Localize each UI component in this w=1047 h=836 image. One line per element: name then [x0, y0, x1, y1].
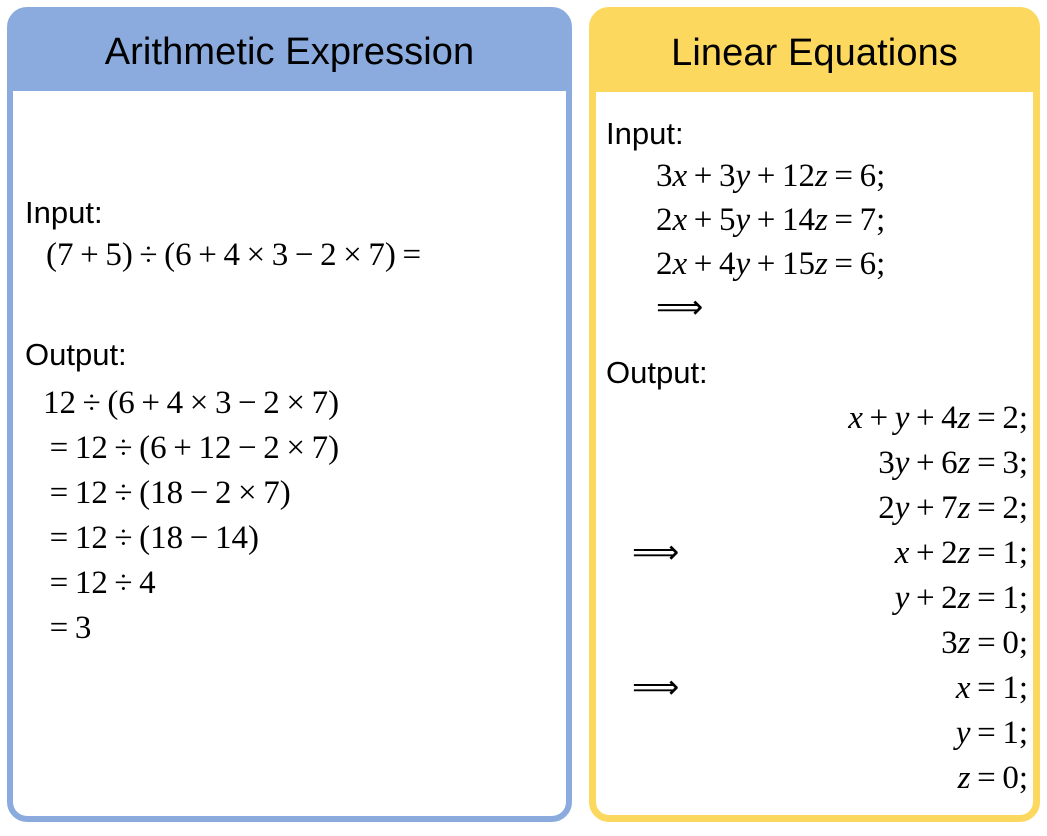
panel-left-body: Input: (7 +5) ÷ (6 +4 × 3−2 × 7) = Output: 12 ÷ (6 +…	[13, 91, 566, 816]
right-output-label: Output:	[606, 355, 708, 390]
left-output-step: 12 ÷ (6 +4 × 3−2 × 7)	[43, 385, 340, 421]
left-output-steps: 12 ÷ (6 +4 × 3−2 × 7) = 12 ÷ (6 +12−2 × 7) = 12 ÷ (18−…	[43, 387, 339, 657]
right-output-step: x + y +4z = 2;	[608, 402, 1028, 447]
right-output-step: 2y +7z = 2;	[608, 492, 1028, 537]
panel-right-body: Input: 3x +3y +12z = 6; 2x +5y +14z = 7; 2x +4y +1…	[596, 92, 1033, 815]
panel-linear-equations: Linear Equations Input: 3x +3y +12z = 6; 2x +…	[589, 7, 1040, 822]
panel-right-title: Linear Equations	[596, 14, 1033, 92]
right-step-equation: 3z = 0;	[941, 625, 1028, 661]
right-step-implies-arrow-icon: ⟹	[632, 670, 680, 706]
right-output-step: y +2z = 1;	[608, 582, 1028, 627]
right-step-equation: y = 1;	[955, 715, 1028, 751]
right-step-equation: x +2z = 1;	[894, 535, 1028, 571]
right-step-equation: 3y +6z = 3;	[878, 445, 1028, 481]
right-step-equation: 2y +7z = 2;	[878, 490, 1028, 526]
right-output-step: y = 1;	[608, 717, 1028, 762]
left-output-step: = 12 ÷ (18−2 × 7)	[49, 475, 291, 511]
right-input-label: Input:	[606, 116, 684, 151]
panel-arithmetic-expression: Arithmetic Expression Input: (7 +5) ÷ (6 +4 ×…	[7, 7, 572, 822]
right-output-step: ⟹ x = 1;	[608, 672, 1028, 717]
right-step-equation: z = 0;	[957, 760, 1028, 796]
right-step-equation: y +2z = 1;	[894, 580, 1028, 616]
right-input-implies-arrow-icon: ⟹	[656, 290, 704, 326]
panel-left-title: Arithmetic Expression	[13, 13, 566, 91]
right-output-step: ⟹ x +2z = 1;	[608, 537, 1028, 582]
right-input-equation: 2x +4y +15z = 6;	[656, 246, 886, 282]
right-output-steps: x + y +4z = 2; 3y +6z = 3; 2y +7z = 2; ⟹ x +2z = 1;	[608, 402, 1028, 807]
right-input-equations: 3x +3y +12z = 6; 2x +5y +14z = 7; 2x +4y +15z = 6; ⟹	[656, 160, 885, 336]
right-step-implies-arrow-icon: ⟹	[632, 535, 680, 571]
right-input-equation: 2x +5y +14z = 7;	[656, 202, 886, 238]
right-output-step: 3y +6z = 3;	[608, 447, 1028, 492]
left-output-step: = 12 ÷ 4	[49, 565, 156, 601]
left-input-label: Input:	[25, 195, 103, 230]
comparison-board: Arithmetic Expression Input: (7 +5) ÷ (6 +4 ×…	[0, 0, 1047, 836]
right-step-equation: x + y +4z = 2;	[848, 400, 1028, 436]
left-output-step: = 12 ÷ (18−14)	[49, 520, 259, 556]
left-output-step: = 3	[49, 610, 92, 646]
left-input-expression: (7 +5) ÷ (6 +4 × 3−2 × 7) =	[46, 237, 422, 273]
left-output-label: Output:	[25, 337, 127, 372]
right-output-step: 3z = 0;	[608, 627, 1028, 672]
right-input-equation: 3x +3y +12z = 6;	[656, 158, 886, 194]
left-output-step: = 12 ÷ (6 +12−2 × 7)	[49, 430, 340, 466]
right-output-step: z = 0;	[608, 762, 1028, 807]
right-step-equation: x = 1;	[955, 670, 1028, 706]
